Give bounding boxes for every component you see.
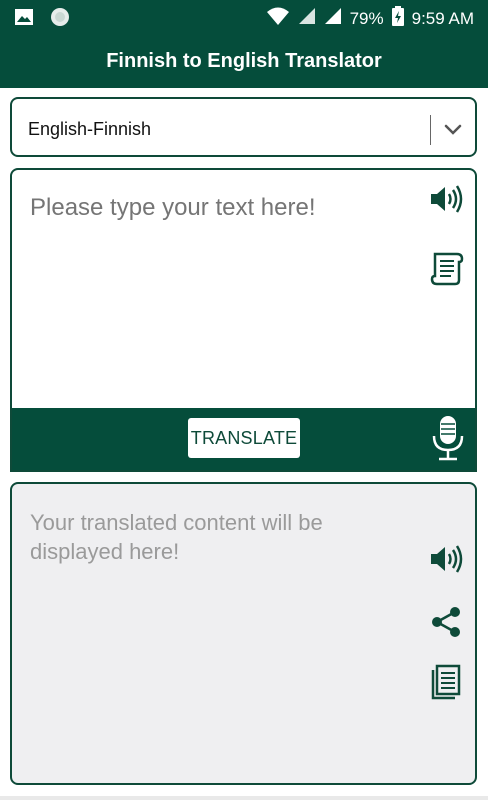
chevron-down-icon[interactable]: [443, 119, 463, 144]
bottom-divider: [0, 796, 488, 800]
image-icon: [14, 8, 34, 31]
status-time: 9:59 AM: [411, 8, 474, 28]
translate-button[interactable]: TRANSLATE: [188, 418, 300, 458]
app-title: Finnish to English Translator: [106, 49, 382, 72]
status-right: 79% 9:59 AM: [266, 6, 474, 31]
speaker-icon[interactable]: [429, 544, 463, 579]
output-card: Your translated content will be displaye…: [10, 482, 477, 785]
source-text-input[interactable]: [30, 194, 410, 222]
wifi-icon: [266, 6, 290, 31]
language-select[interactable]: English-Finnish: [10, 97, 477, 157]
battery-percent: 79%: [349, 8, 384, 28]
signal-icon: [324, 7, 342, 30]
copy-icon[interactable]: [429, 664, 463, 705]
input-card: TRANSLATE: [10, 168, 477, 472]
status-bar: 79% 9:59 AM: [0, 0, 488, 34]
language-select-value: English-Finnish: [28, 119, 152, 139]
action-bar: TRANSLATE: [12, 408, 475, 470]
status-left-icons: [14, 7, 70, 32]
circle-app-icon: [50, 7, 70, 32]
signal-icon: [298, 7, 316, 30]
translated-text-output: Your translated content will be displaye…: [30, 510, 323, 564]
scroll-icon[interactable]: [429, 250, 465, 291]
share-icon[interactable]: [431, 606, 461, 643]
app-bar: Finnish to English Translator: [0, 34, 488, 88]
speaker-icon[interactable]: [429, 184, 463, 219]
microphone-icon[interactable]: [431, 414, 465, 467]
select-divider: [430, 115, 431, 145]
battery-charging-icon: [391, 6, 404, 31]
